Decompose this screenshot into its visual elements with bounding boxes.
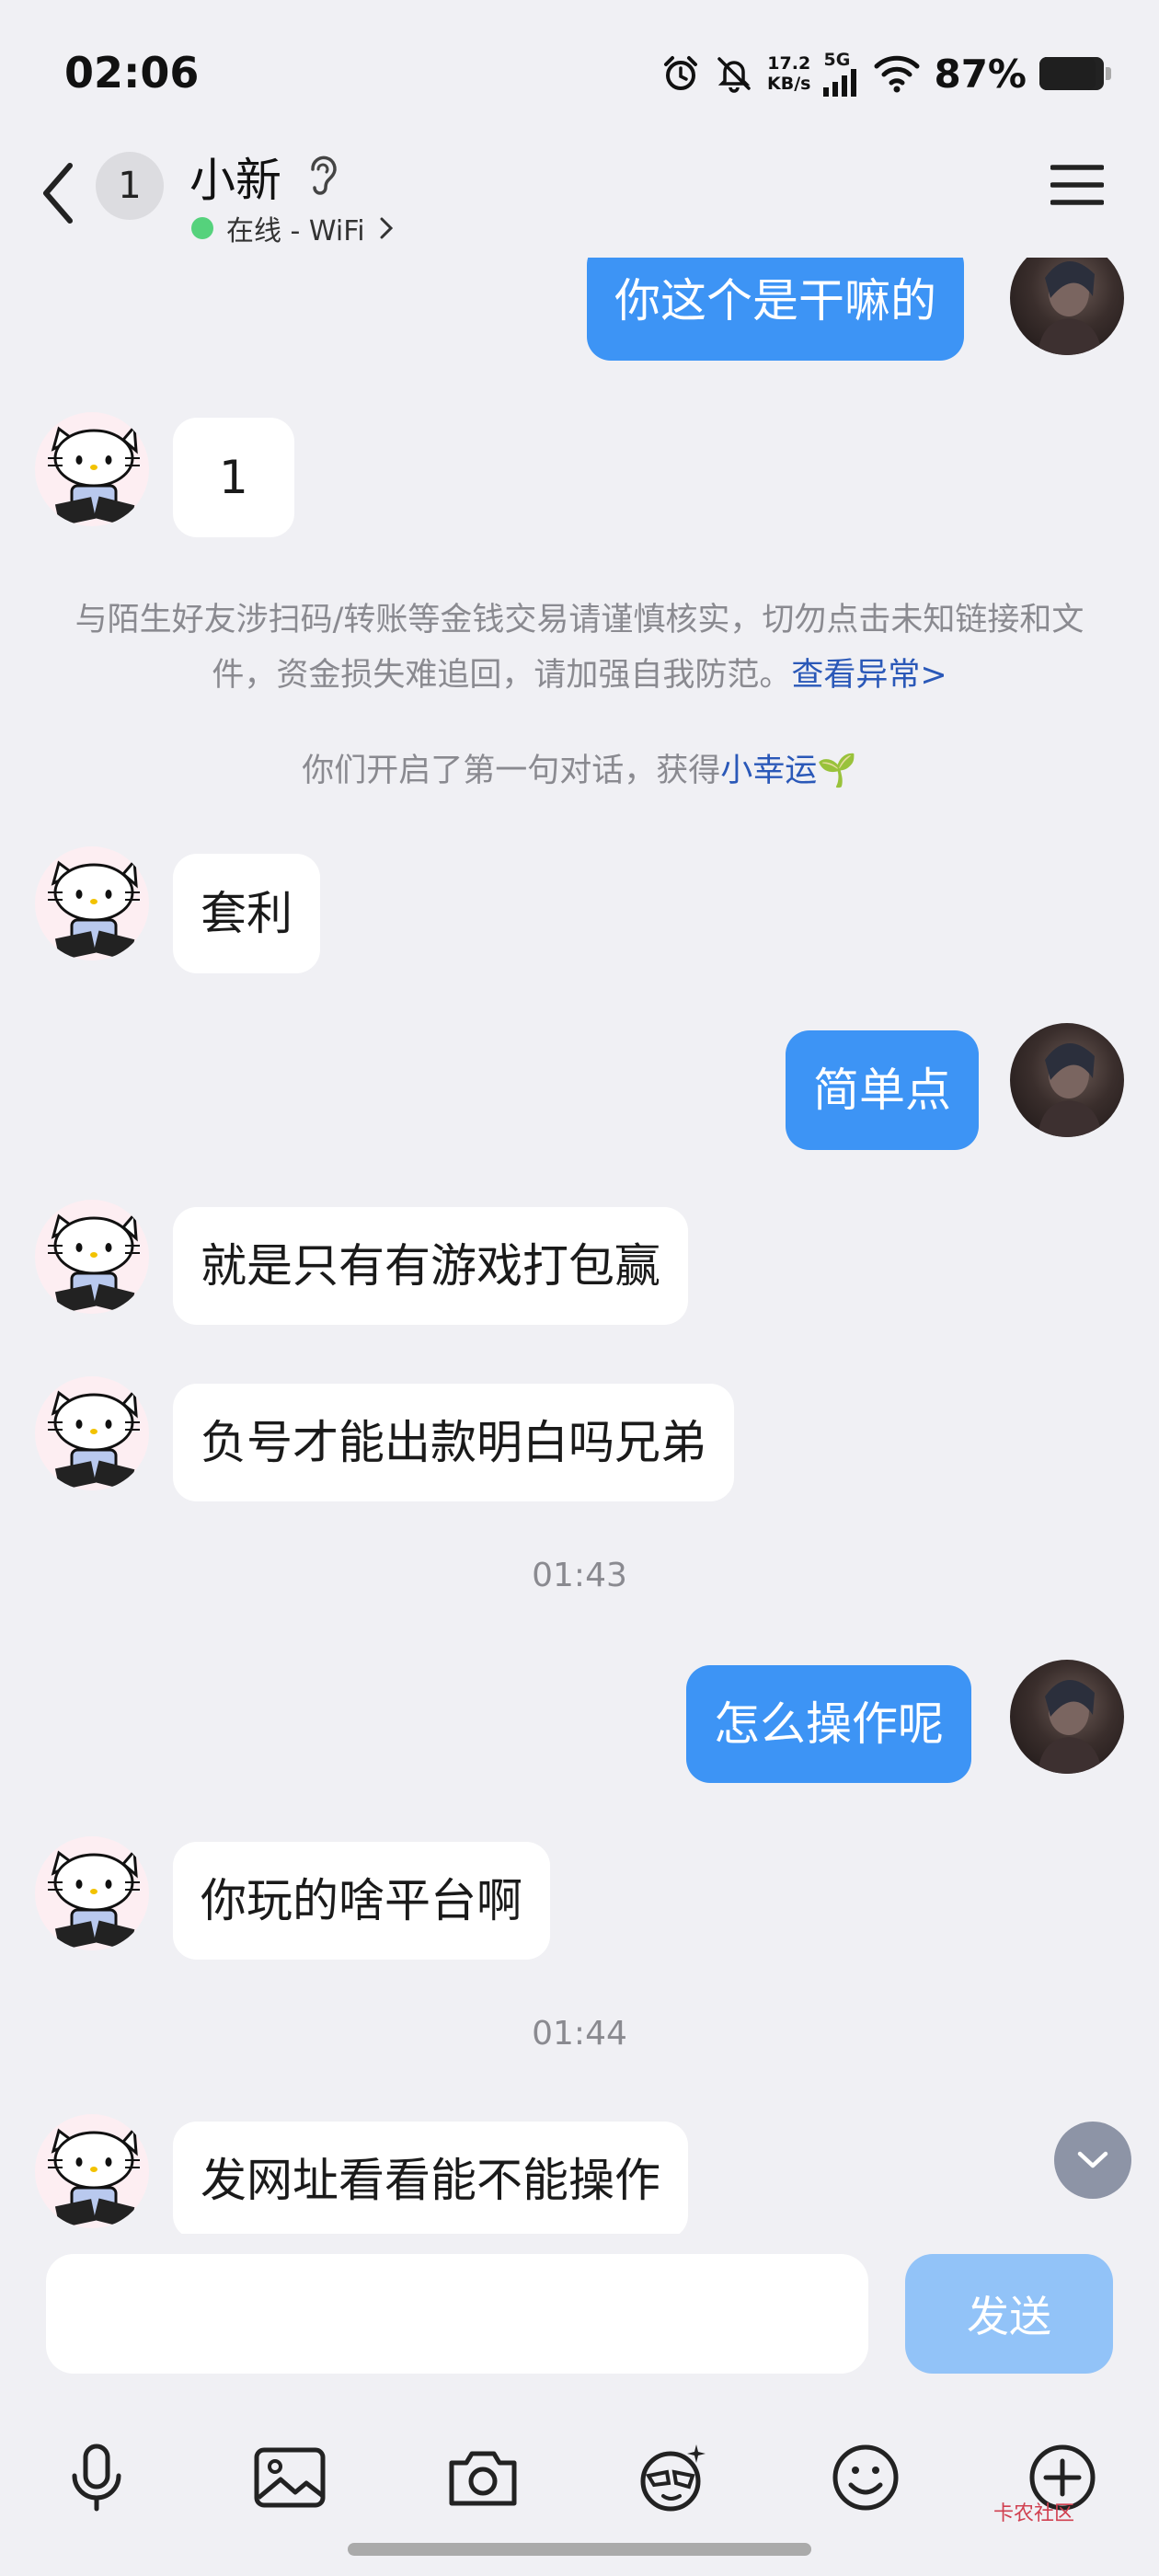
- hello-kitty-avatar-image: [48, 1847, 140, 1950]
- signal-icon: [823, 69, 857, 97]
- cell-signal: 5G: [823, 51, 860, 97]
- image-icon: [254, 2447, 326, 2508]
- avatar-self[interactable]: [1010, 1023, 1124, 1137]
- avatar-self[interactable]: [1010, 241, 1124, 355]
- view-exception-link[interactable]: 查看异常>: [791, 657, 947, 694]
- avatar-self-image: [1038, 1679, 1102, 1774]
- chevron-right-icon: [380, 217, 393, 239]
- message-bubble-out[interactable]: 简单点: [786, 1030, 979, 1150]
- status-icons: 17.2 KB/s 5G 87%: [660, 46, 1111, 101]
- hello-kitty-avatar-image: [48, 423, 140, 526]
- battery-percent: 87%: [934, 51, 1027, 97]
- watermark-logo: 卡农社区: [993, 2502, 1075, 2525]
- voice-button[interactable]: [55, 2436, 138, 2519]
- unread-count-badge[interactable]: 1: [96, 152, 164, 220]
- sticker-icon: [640, 2444, 706, 2512]
- hello-kitty-avatar-image: [48, 1211, 140, 1314]
- ear-icon[interactable]: [304, 151, 340, 199]
- avatar-peer[interactable]: [35, 1836, 149, 1950]
- message-bubble-in[interactable]: 就是只有有游戏打包赢: [173, 1207, 688, 1325]
- microphone-icon: [72, 2444, 121, 2512]
- timestamp: 01:43: [532, 1557, 627, 1594]
- message-bubble-in[interactable]: 负号才能出款明白吗兄弟: [173, 1384, 734, 1501]
- wifi-icon: [874, 55, 920, 93]
- hello-kitty-avatar-image: [48, 1387, 140, 1490]
- emoji-icon: [832, 2444, 899, 2511]
- composer: 发送 卡农社区: [0, 2234, 1159, 2576]
- hello-kitty-avatar-image: [48, 2125, 140, 2228]
- battery-icon: [1039, 57, 1111, 90]
- avatar-peer[interactable]: [35, 412, 149, 526]
- sticker-button[interactable]: [631, 2436, 714, 2519]
- alarm-icon: [664, 56, 697, 90]
- send-button[interactable]: 发送: [905, 2254, 1113, 2374]
- online-status[interactable]: 在线 - WiFi: [191, 208, 395, 248]
- avatar-peer[interactable]: [35, 846, 149, 960]
- menu-icon[interactable]: [1050, 162, 1104, 208]
- lucky-link[interactable]: 小幸运: [720, 753, 817, 789]
- avatar-self-image: [1038, 260, 1102, 355]
- hello-kitty-avatar-image: [48, 857, 140, 960]
- message-bubble-out[interactable]: 你这个是干嘛的: [587, 241, 964, 361]
- mute-bell-icon: [717, 57, 751, 93]
- status-time: 02:06: [64, 48, 200, 98]
- message-bubble-in[interactable]: 套利: [173, 854, 320, 973]
- camera-icon: [449, 2451, 517, 2506]
- photo-button[interactable]: [248, 2436, 331, 2519]
- first-chat-notice: 你们开启了第一句对话，获得小幸运🌱: [302, 753, 857, 789]
- avatar-peer[interactable]: [35, 2114, 149, 2228]
- avatar-self[interactable]: [1010, 1660, 1124, 1774]
- message-bubble-in[interactable]: 你玩的啥平台啊: [173, 1842, 550, 1960]
- camera-button[interactable]: [442, 2436, 524, 2519]
- avatar-peer[interactable]: [35, 1200, 149, 1314]
- network-speed: 17.2 KB/s: [767, 53, 811, 94]
- home-indicator[interactable]: [348, 2543, 811, 2556]
- status-bar: 02:06 17.2 KB/s 5G 87%: [0, 0, 1159, 147]
- composer-toolbar: [0, 2436, 1159, 2519]
- chat-header: 1 小新 在线 - WiFi: [0, 138, 1159, 258]
- sprout-icon: 🌱: [817, 753, 857, 789]
- scroll-to-bottom-button[interactable]: [1054, 2122, 1131, 2199]
- safety-notice: 与陌生好友涉扫码/转账等金钱交易请谨慎核实，切勿点击未知链接和文件，资金损失难追…: [75, 602, 1084, 694]
- avatar-self-image: [1038, 1042, 1102, 1137]
- chevron-down-icon: [1077, 2151, 1108, 2168]
- message-bubble-out[interactable]: 怎么操作呢: [686, 1665, 971, 1783]
- message-input[interactable]: [46, 2254, 868, 2374]
- back-arrow-icon[interactable]: [37, 156, 83, 230]
- message-bubble-in[interactable]: 发网址看看能不能操作: [173, 2122, 688, 2239]
- message-bubble-in[interactable]: 1: [173, 418, 294, 537]
- contact-name[interactable]: 小新: [189, 144, 281, 210]
- online-dot: [191, 217, 213, 239]
- emoji-button[interactable]: [824, 2436, 907, 2519]
- avatar-peer[interactable]: [35, 1376, 149, 1490]
- timestamp: 01:44: [532, 2015, 627, 2053]
